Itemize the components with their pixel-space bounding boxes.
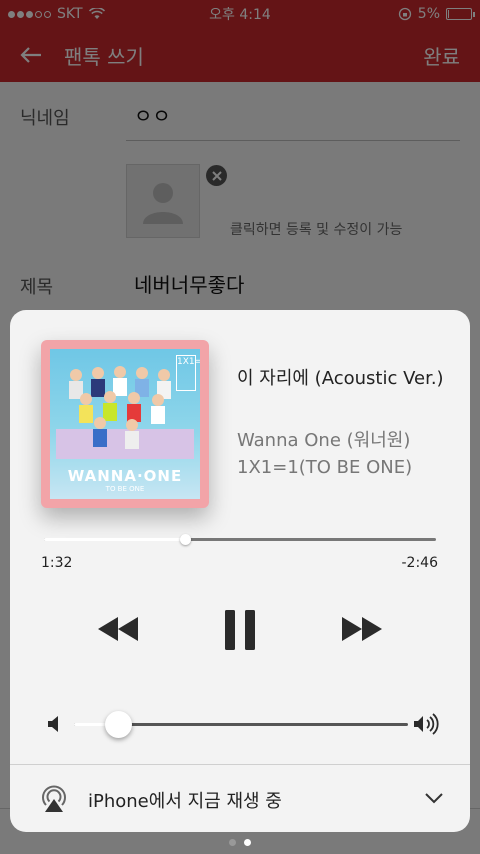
- playback-progress-fill: [44, 538, 185, 541]
- album-art[interactable]: 1X1=1 WANNA·ONE TO BE ONE: [41, 340, 209, 508]
- airplay-label: iPhone에서 지금 재생 중: [88, 791, 282, 812]
- album-art-image: 1X1=1 WANNA·ONE TO BE ONE: [50, 349, 200, 499]
- volume-slider-knob[interactable]: [105, 711, 132, 738]
- rewind-icon: [98, 617, 138, 641]
- page-dot[interactable]: [244, 839, 251, 846]
- playback-scrubber[interactable]: [44, 534, 436, 545]
- song-title: 이 자리에 (Acoustic Ver.): [237, 368, 444, 389]
- airplay-output-selector[interactable]: iPhone에서 지금 재생 중: [10, 765, 470, 832]
- group-photo-image: [56, 366, 194, 459]
- volume-high-icon: [414, 713, 439, 735]
- page-dot[interactable]: [229, 839, 236, 846]
- album-art-logo: WANNA·ONE: [67, 467, 183, 485]
- time-elapsed: 1:32: [41, 555, 73, 571]
- fast-forward-button[interactable]: [338, 610, 386, 648]
- chevron-down-icon: [425, 793, 443, 804]
- album-art-tag: 1X1=1: [176, 355, 200, 391]
- album-art-subtitle: TO BE ONE: [105, 485, 145, 493]
- time-remaining: -2:46: [401, 555, 439, 571]
- rewind-button[interactable]: [94, 610, 142, 648]
- pause-button[interactable]: [216, 608, 264, 652]
- page-indicator: [0, 839, 480, 846]
- volume-slider[interactable]: [74, 711, 408, 738]
- song-album: 1X1=1(TO BE ONE): [237, 457, 413, 478]
- playback-scrubber-knob[interactable]: [180, 534, 191, 545]
- now-playing-card: 1X1=1 WANNA·ONE TO BE ONE 이 자리에 (Acousti…: [10, 310, 470, 832]
- airplay-icon: [42, 785, 66, 812]
- song-artist: Wanna One (워너원): [237, 430, 411, 451]
- volume-low-icon: [48, 716, 58, 732]
- fast-forward-icon: [342, 617, 382, 641]
- pause-icon: [225, 610, 255, 650]
